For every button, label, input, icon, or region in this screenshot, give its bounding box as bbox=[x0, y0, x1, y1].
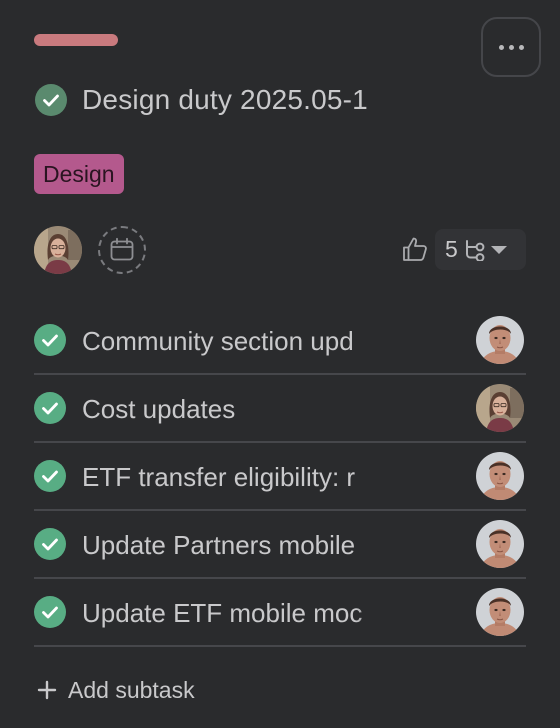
calendar-icon bbox=[110, 237, 134, 261]
subtask-assignee-avatar[interactable] bbox=[476, 452, 524, 500]
chevron-down-icon bbox=[490, 245, 507, 254]
subtask-assignee-avatar[interactable] bbox=[476, 316, 524, 364]
more-options-button[interactable] bbox=[481, 17, 541, 77]
subtask-count: 5 bbox=[445, 236, 458, 262]
add-subtask-button[interactable]: Add subtask bbox=[37, 676, 195, 704]
progress-bar bbox=[34, 34, 118, 46]
subtask-assignee-avatar[interactable] bbox=[476, 588, 524, 636]
ellipsis-icon bbox=[498, 44, 504, 50]
completed-check-icon[interactable] bbox=[35, 84, 67, 116]
subtask-row[interactable]: Update ETF mobile moc bbox=[34, 579, 526, 647]
thumbs-up-icon bbox=[403, 237, 427, 261]
completed-check-icon[interactable] bbox=[34, 528, 66, 560]
subtask-name: Update Partners mobile bbox=[82, 530, 356, 560]
subtask-name: Update ETF mobile moc bbox=[82, 598, 363, 628]
subtask-row[interactable]: Update Partners mobile bbox=[34, 511, 526, 579]
task-title[interactable]: Design duty 2025.05-1 bbox=[82, 84, 368, 116]
subtask-name: ETF transfer eligibility: r bbox=[82, 462, 356, 492]
subtask-count-toggle[interactable]: 5 bbox=[435, 229, 526, 270]
subtask-name: Cost updates bbox=[82, 394, 236, 424]
completed-check-icon[interactable] bbox=[34, 392, 66, 424]
add-subtask-label: Add subtask bbox=[68, 676, 195, 703]
subtask-list: Community section upd Cost updates ETF t… bbox=[34, 307, 526, 647]
completed-check-icon[interactable] bbox=[34, 596, 66, 628]
subtask-assignee-avatar[interactable] bbox=[476, 520, 524, 568]
task-header: Design duty 2025.05-1 bbox=[35, 84, 368, 116]
completed-check-icon[interactable] bbox=[34, 460, 66, 492]
subtask-row[interactable]: Community section upd bbox=[34, 307, 526, 375]
like-button[interactable] bbox=[400, 234, 430, 264]
tag-design[interactable]: Design bbox=[34, 154, 124, 194]
subtask-name: Community section upd bbox=[82, 326, 354, 356]
completed-check-icon[interactable] bbox=[34, 324, 66, 356]
subtask-row[interactable]: ETF transfer eligibility: r bbox=[34, 443, 526, 511]
assignee-avatar[interactable] bbox=[34, 226, 82, 274]
subtask-icon bbox=[465, 239, 485, 261]
plus-icon bbox=[37, 680, 57, 700]
due-date-button[interactable] bbox=[98, 226, 146, 274]
subtask-row[interactable]: Cost updates bbox=[34, 375, 526, 443]
subtask-assignee-avatar[interactable] bbox=[476, 384, 524, 432]
